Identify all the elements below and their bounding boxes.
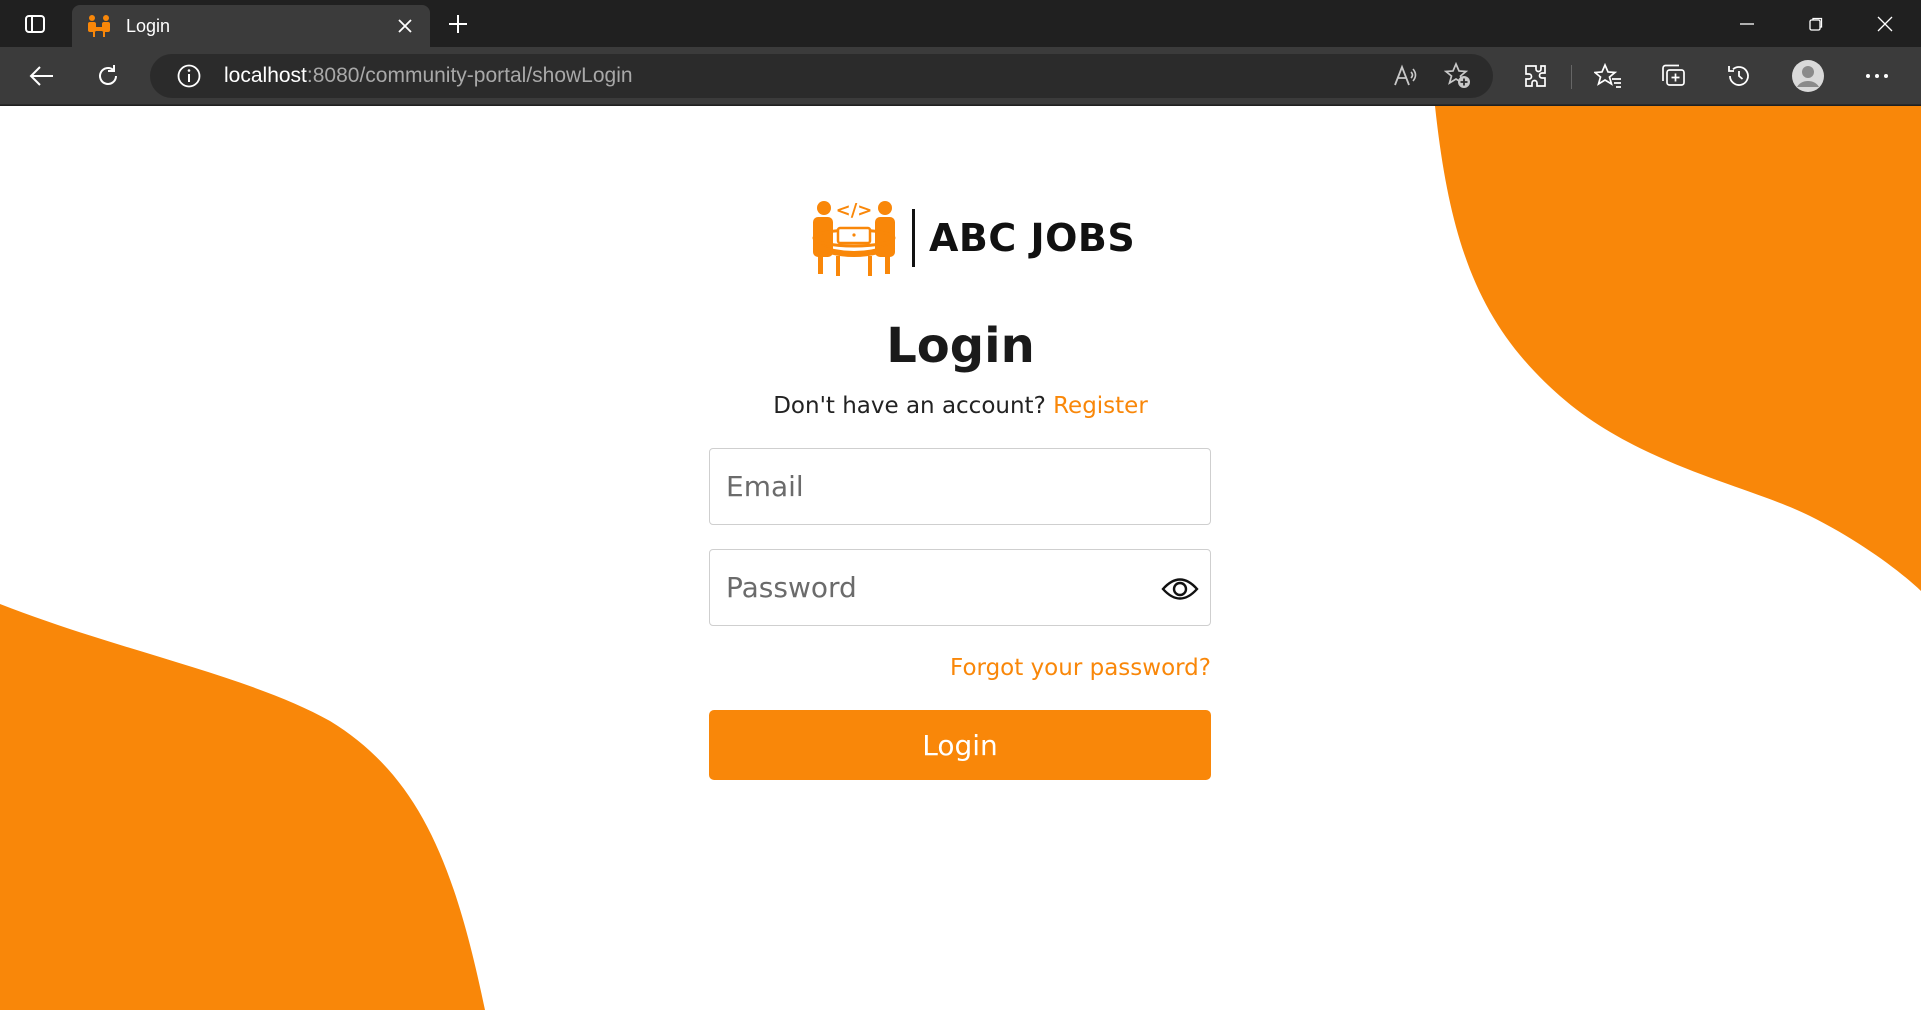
refresh-icon: [99, 65, 117, 85]
extensions-button[interactable]: [1515, 56, 1557, 96]
extensions-icon: [1525, 65, 1546, 87]
logo-divider: [912, 209, 915, 267]
page-title: Login: [886, 318, 1035, 374]
minimize-icon: [1740, 22, 1754, 25]
password-field[interactable]: [709, 549, 1211, 626]
read-aloud-button[interactable]: [1388, 59, 1424, 93]
site-favicon: [86, 13, 112, 39]
history-icon: [1728, 66, 1749, 86]
more-options-button[interactable]: [1856, 56, 1898, 96]
back-button[interactable]: [22, 56, 62, 96]
window-close-button[interactable]: [1851, 0, 1919, 47]
site-info-button[interactable]: [174, 61, 204, 91]
window-close-icon: [1877, 16, 1893, 31]
navigation-bar: localhost:8080/community-portal/showLogi…: [0, 47, 1921, 105]
tab-actions-icon: [25, 15, 45, 33]
favorites-button[interactable]: [1587, 56, 1629, 96]
new-tab-button[interactable]: [440, 6, 476, 42]
profile-avatar-icon: [1792, 60, 1824, 92]
forgot-password-row: Forgot your password?: [709, 655, 1211, 681]
plus-icon: [449, 15, 467, 33]
url-host: localhost: [224, 64, 307, 87]
register-prompt-text: Don't have an account?: [773, 393, 1046, 419]
register-link[interactable]: Register: [1053, 393, 1148, 419]
refresh-button[interactable]: [88, 56, 128, 96]
add-favorite-button[interactable]: [1440, 59, 1476, 93]
restore-icon: [1809, 17, 1823, 31]
email-input[interactable]: [710, 449, 1210, 524]
tab-bar: Login: [0, 0, 1921, 47]
add-favorite-icon: [1444, 62, 1470, 88]
team-desk-logo-icon: </>: [812, 200, 896, 276]
minimize-button[interactable]: [1713, 0, 1781, 47]
password-input[interactable]: [710, 550, 1210, 625]
forgot-password-link[interactable]: Forgot your password?: [950, 655, 1211, 681]
svg-text:</>: </>: [836, 200, 873, 221]
close-icon: [398, 19, 412, 33]
active-tab[interactable]: Login: [72, 5, 430, 47]
info-icon: [177, 64, 201, 88]
favorites-icon: [1594, 63, 1621, 88]
url-text[interactable]: localhost:8080/community-portal/showLogi…: [224, 64, 633, 88]
register-prompt: Don't have an account? Register: [0, 393, 1921, 419]
more-options-icon: [1866, 74, 1888, 78]
login-button[interactable]: Login: [709, 710, 1211, 780]
address-bar[interactable]: localhost:8080/community-portal/showLogi…: [150, 54, 1493, 98]
toggle-password-visibility-button[interactable]: [1160, 569, 1200, 609]
collections-icon: [1662, 64, 1685, 86]
history-button[interactable]: [1718, 56, 1760, 96]
read-aloud-icon: [1394, 64, 1417, 86]
profile-button[interactable]: [1787, 56, 1829, 96]
eye-icon: [1161, 578, 1199, 600]
collections-button[interactable]: [1653, 56, 1695, 96]
logo-text: ABC JOBS: [929, 216, 1136, 260]
restore-button[interactable]: [1782, 0, 1850, 47]
page-content: </> ABC JOBS Login Don't have an account…: [0, 106, 1921, 1010]
email-field[interactable]: [709, 448, 1211, 525]
tab-actions-button[interactable]: [16, 8, 54, 40]
tab-title: Login: [126, 15, 171, 36]
back-arrow-icon: [29, 66, 53, 86]
tab-close-button[interactable]: [388, 9, 422, 43]
url-path: :8080/community-portal/showLogin: [306, 64, 633, 87]
toolbar-separator: [1571, 65, 1572, 89]
brand-logo: </> ABC JOBS: [808, 198, 1135, 278]
